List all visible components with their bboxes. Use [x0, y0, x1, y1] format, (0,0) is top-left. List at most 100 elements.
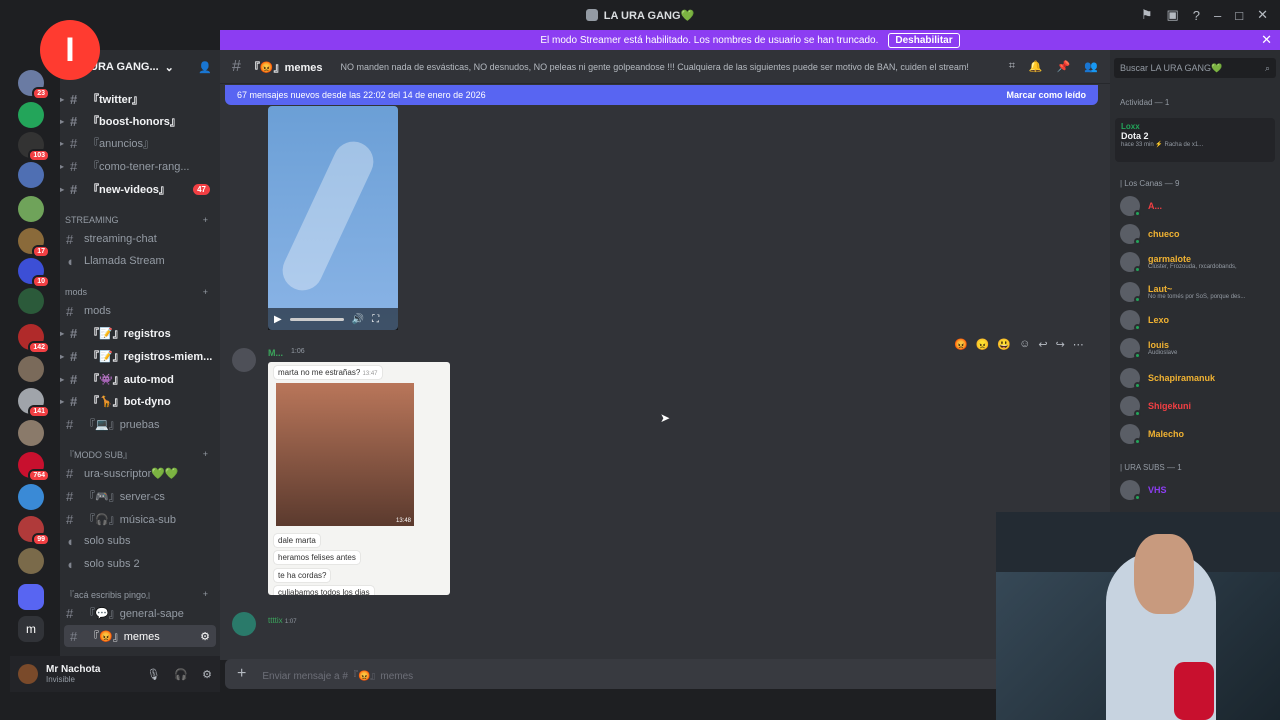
search-input[interactable]: Buscar LA URA GANG💚 ⌕	[1114, 58, 1276, 78]
minimize-icon[interactable]: –	[1214, 8, 1221, 23]
channel-new-videos[interactable]: ▸ # 『new-videos』 47	[60, 178, 220, 200]
channel-memes[interactable]: # 『😡』memes ⚙	[64, 625, 216, 647]
add-reaction-icon[interactable]: ☺	[1019, 338, 1030, 351]
reaction-icon[interactable]: 😠	[976, 338, 990, 351]
microphone-icon[interactable]: 🎙	[146, 668, 160, 681]
inbox-icon[interactable]: ▣	[1166, 7, 1178, 23]
server-icon[interactable]	[18, 288, 44, 314]
server-icon[interactable]	[18, 548, 44, 574]
more-icon[interactable]: ⋯	[1073, 338, 1084, 351]
server-icon[interactable]	[18, 484, 44, 510]
channel-registros[interactable]: ▸ # 『📝』registros	[60, 322, 220, 344]
add-channel-icon[interactable]: +	[203, 287, 208, 297]
category-aca-escribis[interactable]: 『acá escribis pingo』 +	[60, 586, 220, 602]
meme-image[interactable]: marta no me estrañas? 13:47 13:48 dale m…	[268, 362, 450, 595]
video-progress[interactable]	[289, 317, 344, 321]
channel-boost-honors[interactable]: ▸ # 『boost-honors』	[60, 110, 220, 132]
server-icon[interactable]: 103	[18, 132, 50, 162]
mark-read-button[interactable]: Marcar como leído	[1006, 90, 1086, 100]
member-item[interactable]: Schapiramanuk	[1120, 366, 1215, 390]
new-messages-bar[interactable]: 67 mensajes nuevos desde las 22:02 del 1…	[225, 85, 1098, 105]
channel-twitter[interactable]: ▸ # 『twitter』	[60, 88, 220, 110]
channel-llamada-stream[interactable]: ◖ Llamada Stream	[60, 250, 220, 272]
close-icon[interactable]: ✕	[1257, 7, 1268, 23]
hash-icon: #	[70, 91, 78, 107]
category-mods[interactable]: mods +	[60, 284, 220, 300]
category-modo-sub[interactable]: 『MODO SUB』 +	[60, 446, 220, 462]
server-icon[interactable]: 141	[18, 388, 50, 418]
reply-icon[interactable]: ↩	[1038, 338, 1047, 351]
member-item[interactable]: louis Audioslave	[1120, 336, 1177, 360]
server-icon[interactable]	[18, 196, 44, 222]
member-item[interactable]: Lexo	[1120, 308, 1169, 332]
server-icon[interactable]: 23	[18, 70, 50, 100]
channel-mods[interactable]: # mods	[60, 300, 220, 322]
channel-como-tener-rango[interactable]: ▸ # 『como-tener-rang...	[60, 155, 220, 177]
headphones-icon[interactable]: 🎧	[174, 668, 188, 681]
server-icon[interactable]: 10	[18, 258, 50, 288]
add-channel-icon[interactable]: +	[203, 215, 208, 225]
channel-bot-dyno[interactable]: ▸ # 『🦒』bot-dyno	[60, 390, 220, 412]
server-icon[interactable]	[18, 102, 44, 128]
add-user-icon[interactable]: 👤	[198, 61, 212, 74]
maximize-icon[interactable]: □	[1235, 8, 1243, 23]
avatar[interactable]	[232, 348, 256, 372]
member-item[interactable]: A...	[1120, 194, 1162, 218]
channel-general-sape[interactable]: # 『💬』general-sape	[60, 602, 220, 624]
member-item[interactable]: Laut~ No me tomés por SoS, porque des...	[1120, 280, 1245, 304]
member-item[interactable]: Shigekuni	[1120, 394, 1191, 418]
add-channel-icon[interactable]: +	[203, 449, 208, 459]
channel-pruebas[interactable]: # 『💻』pruebas	[60, 413, 220, 435]
activity-card[interactable]: Loxx Dota 2 hace 33 min ⚡ Racha de x1...	[1115, 118, 1275, 162]
channel-server-cs[interactable]: # 『🎮』server-cs	[60, 485, 220, 507]
channel-solo-subs[interactable]: ◖ solo subs	[60, 530, 220, 552]
flag-icon[interactable]: ⚑	[1141, 7, 1153, 23]
close-banner-icon[interactable]: ✕	[1261, 32, 1272, 48]
reaction-icon[interactable]: 😡	[954, 338, 968, 351]
member-item[interactable]: garmalote Clúster, Frozouda, rxcardobands…	[1120, 250, 1237, 274]
activity-header: Actividad — 1	[1120, 98, 1170, 107]
channel-registros-miembros[interactable]: ▸ # 『📝』registros-miem...	[60, 345, 220, 367]
forward-icon[interactable]: ↪	[1056, 338, 1065, 351]
bell-icon[interactable]: 🔔	[1029, 60, 1043, 73]
server-icon[interactable]: 99	[18, 516, 50, 546]
volume-icon[interactable]: 🔊	[352, 314, 364, 325]
server-icon[interactable]	[18, 162, 44, 188]
dm-icon[interactable]: m	[18, 616, 44, 642]
folder-icon[interactable]	[18, 584, 44, 610]
server-icon[interactable]: 764	[18, 452, 50, 482]
avatar[interactable]	[232, 612, 256, 636]
channel-streaming-chat[interactable]: # streaming-chat	[60, 228, 220, 250]
message-composer[interactable]: + Enviar mensaje a #『😡』memes	[225, 659, 1105, 689]
channel-anuncios[interactable]: ▸ # 『anuncios』	[60, 132, 220, 154]
channel-solo-subs-2[interactable]: ◖ solo subs 2	[60, 553, 220, 575]
member-item[interactable]: chueco	[1120, 222, 1180, 246]
threads-icon[interactable]: ⌗	[1009, 60, 1015, 73]
member-item[interactable]: Malecho	[1120, 422, 1184, 446]
server-icon[interactable]	[18, 356, 44, 382]
member-item[interactable]: VHS	[1120, 478, 1167, 502]
category-streaming[interactable]: STREAMING +	[60, 212, 220, 228]
help-icon[interactable]: ?	[1193, 8, 1200, 23]
channel-musica-sub[interactable]: # 『🎧』música-sub	[60, 508, 220, 530]
settings-icon[interactable]: ⚙	[202, 668, 212, 681]
settings-icon[interactable]: ⚙	[200, 630, 210, 643]
server-icon[interactable]: 17	[18, 228, 50, 258]
fullscreen-icon[interactable]: ⛶	[372, 314, 379, 325]
channel-ura-suscriptor[interactable]: # ura-suscriptor💚💚	[60, 462, 220, 484]
avatar[interactable]	[18, 664, 38, 684]
add-channel-icon[interactable]: +	[203, 589, 208, 599]
play-icon[interactable]: ▶	[274, 314, 282, 325]
members-icon[interactable]: 👥	[1084, 60, 1098, 73]
channel-auto-mod[interactable]: ▸ # 『👾』auto-mod	[60, 368, 220, 390]
message-author[interactable]: ttttix 1:07	[268, 616, 297, 625]
reaction-icon[interactable]: 😃	[997, 338, 1011, 351]
server-icon[interactable]: 142	[18, 324, 50, 354]
add-attachment-icon[interactable]: +	[237, 665, 246, 683]
message-input[interactable]: Enviar mensaje a #『😡』memes	[262, 667, 413, 682]
pin-icon[interactable]: 📌	[1057, 60, 1071, 73]
channel-topic[interactable]: NO manden nada de esvásticas, NO desnudo…	[341, 62, 969, 72]
server-icon[interactable]	[18, 420, 44, 446]
video-attachment[interactable]	[268, 106, 398, 330]
disable-streamer-button[interactable]: Deshabilitar	[888, 32, 960, 48]
